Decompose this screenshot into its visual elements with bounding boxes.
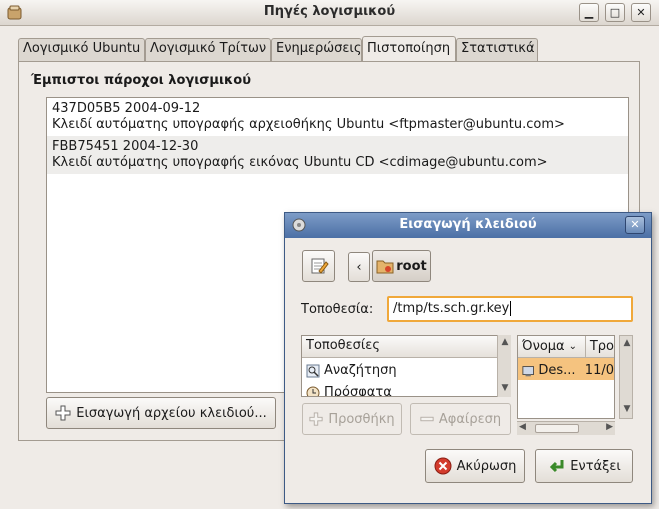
minimize-button[interactable]: ▁	[579, 3, 599, 22]
remove-place-label: Αφαίρεση	[438, 411, 502, 427]
cancel-button[interactable]: Ακύρωση	[425, 449, 525, 483]
places-header[interactable]: Τοποθεσίες	[302, 336, 510, 358]
path-root-button[interactable]: root	[372, 250, 431, 282]
ok-button[interactable]: Εντάξει	[535, 449, 633, 483]
chevron-left-icon: ‹	[356, 259, 362, 275]
file-modified: 11/0	[584, 363, 614, 378]
add-place-label: Προσθήκη	[328, 411, 395, 427]
scroll-down-icon[interactable]: ▼	[620, 404, 634, 414]
files-header: Όνομα ⌄ Τρο	[518, 336, 614, 358]
recent-icon	[306, 386, 320, 396]
key-description: Κλειδί αυτόματης υπογραφής αρχειοθήκης U…	[52, 117, 565, 132]
scroll-down-icon[interactable]: ▼	[498, 383, 512, 393]
close-button[interactable]: ✕	[631, 3, 651, 22]
search-icon	[306, 364, 320, 377]
edit-icon	[311, 258, 329, 274]
scroll-left-icon[interactable]: ◀	[519, 422, 526, 432]
cancel-label: Ακύρωση	[456, 458, 517, 474]
path-root-label: root	[396, 258, 427, 274]
import-key-file-label: Εισαγωγή αρχείου κλειδιού...	[76, 405, 267, 421]
cancel-icon	[434, 457, 452, 475]
scroll-thumb[interactable]	[535, 424, 579, 433]
add-place-button[interactable]: Προσθήκη	[302, 403, 402, 435]
import-key-dialog: Εισαγωγή κλειδιού ✕ ‹ root Τοποθεσία: /t…	[284, 212, 652, 504]
places-item-label: Αναζήτηση	[324, 363, 397, 378]
list-item[interactable]: 437D05B5 2004-09-12 Κλειδί αυτόματης υπο…	[47, 98, 628, 136]
column-name-header[interactable]: Όνομα ⌄	[518, 336, 586, 357]
add-icon	[309, 412, 323, 426]
dialog-titlebar: Εισαγωγή κλειδιού ✕	[285, 213, 651, 238]
key-id-date: 437D05B5 2004-09-12	[52, 101, 201, 116]
key-description: Κλειδί αυτόματης υπογραφής εικόνας Ubunt…	[52, 155, 548, 170]
file-row[interactable]: Des... 11/0	[518, 358, 614, 380]
scroll-right-icon[interactable]: ▶	[606, 422, 613, 432]
apply-icon	[550, 460, 564, 473]
maximize-button[interactable]: □	[605, 3, 625, 22]
dialog-title: Εισαγωγή κλειδιού	[399, 217, 537, 232]
trusted-providers-heading: Έμπιστοι πάροχοι λογισμικού	[31, 73, 251, 88]
places-item-label: Πρόσφατα	[324, 385, 392, 397]
ok-label: Εντάξει	[570, 458, 621, 474]
column-name-label: Όνομα	[522, 339, 565, 354]
chevron-down-icon: ⌄	[568, 341, 578, 352]
list-item[interactable]: FBB75451 2004-12-30 Κλειδί αυτόματης υπο…	[47, 136, 628, 174]
tab-updates[interactable]: Ενημερώσεις	[271, 38, 362, 61]
remove-icon	[420, 416, 434, 422]
tab-ubuntu-software[interactable]: Λογισμικό Ubuntu	[18, 38, 145, 61]
dialog-close-button[interactable]: ✕	[625, 216, 645, 234]
window-titlebar: Πηγές λογισμικού ▁ □ ✕	[0, 0, 659, 26]
places-scrollbar[interactable]: ▲ ▼	[497, 335, 511, 397]
import-key-file-button[interactable]: Εισαγωγή αρχείου κλειδιού...	[46, 397, 276, 429]
location-input-value: /tmp/ts.sch.gr.key	[393, 301, 510, 316]
files-scrollbar-vertical[interactable]: ▲ ▼	[619, 335, 633, 419]
add-icon	[55, 405, 71, 421]
places-item-search[interactable]: Αναζήτηση	[302, 358, 510, 380]
key-id-date: FBB75451 2004-12-30	[52, 139, 199, 154]
files-scrollbar-horizontal[interactable]: ◀ ▶	[517, 421, 615, 435]
scroll-up-icon[interactable]: ▲	[620, 338, 634, 348]
remove-place-button[interactable]: Αφαίρεση	[410, 403, 511, 435]
files-pane: Όνομα ⌄ Τρο Des... 11/0	[517, 335, 615, 419]
scroll-up-icon[interactable]: ▲	[498, 337, 512, 347]
tab-authentication[interactable]: Πιστοποίηση	[362, 36, 456, 61]
window-title: Πηγές λογισμικού	[263, 4, 396, 19]
desktop-icon	[522, 365, 534, 376]
tab-statistics[interactable]: Στατιστικά	[456, 38, 538, 61]
file-name: Des...	[538, 363, 576, 378]
type-location-toggle[interactable]	[302, 250, 335, 282]
folder-icon	[376, 260, 394, 274]
places-item-recent[interactable]: Πρόσφατα	[302, 380, 510, 397]
places-pane: Τοποθεσίες Αναζήτηση Πρόσφατα	[301, 335, 511, 397]
column-modified-header[interactable]: Τρο	[586, 336, 614, 357]
tab-third-party-software[interactable]: Λογισμικό Τρίτων	[145, 38, 271, 61]
location-input[interactable]: /tmp/ts.sch.gr.key	[387, 296, 633, 322]
location-label: Τοποθεσία:	[301, 302, 374, 317]
path-back-button[interactable]: ‹	[348, 252, 370, 282]
